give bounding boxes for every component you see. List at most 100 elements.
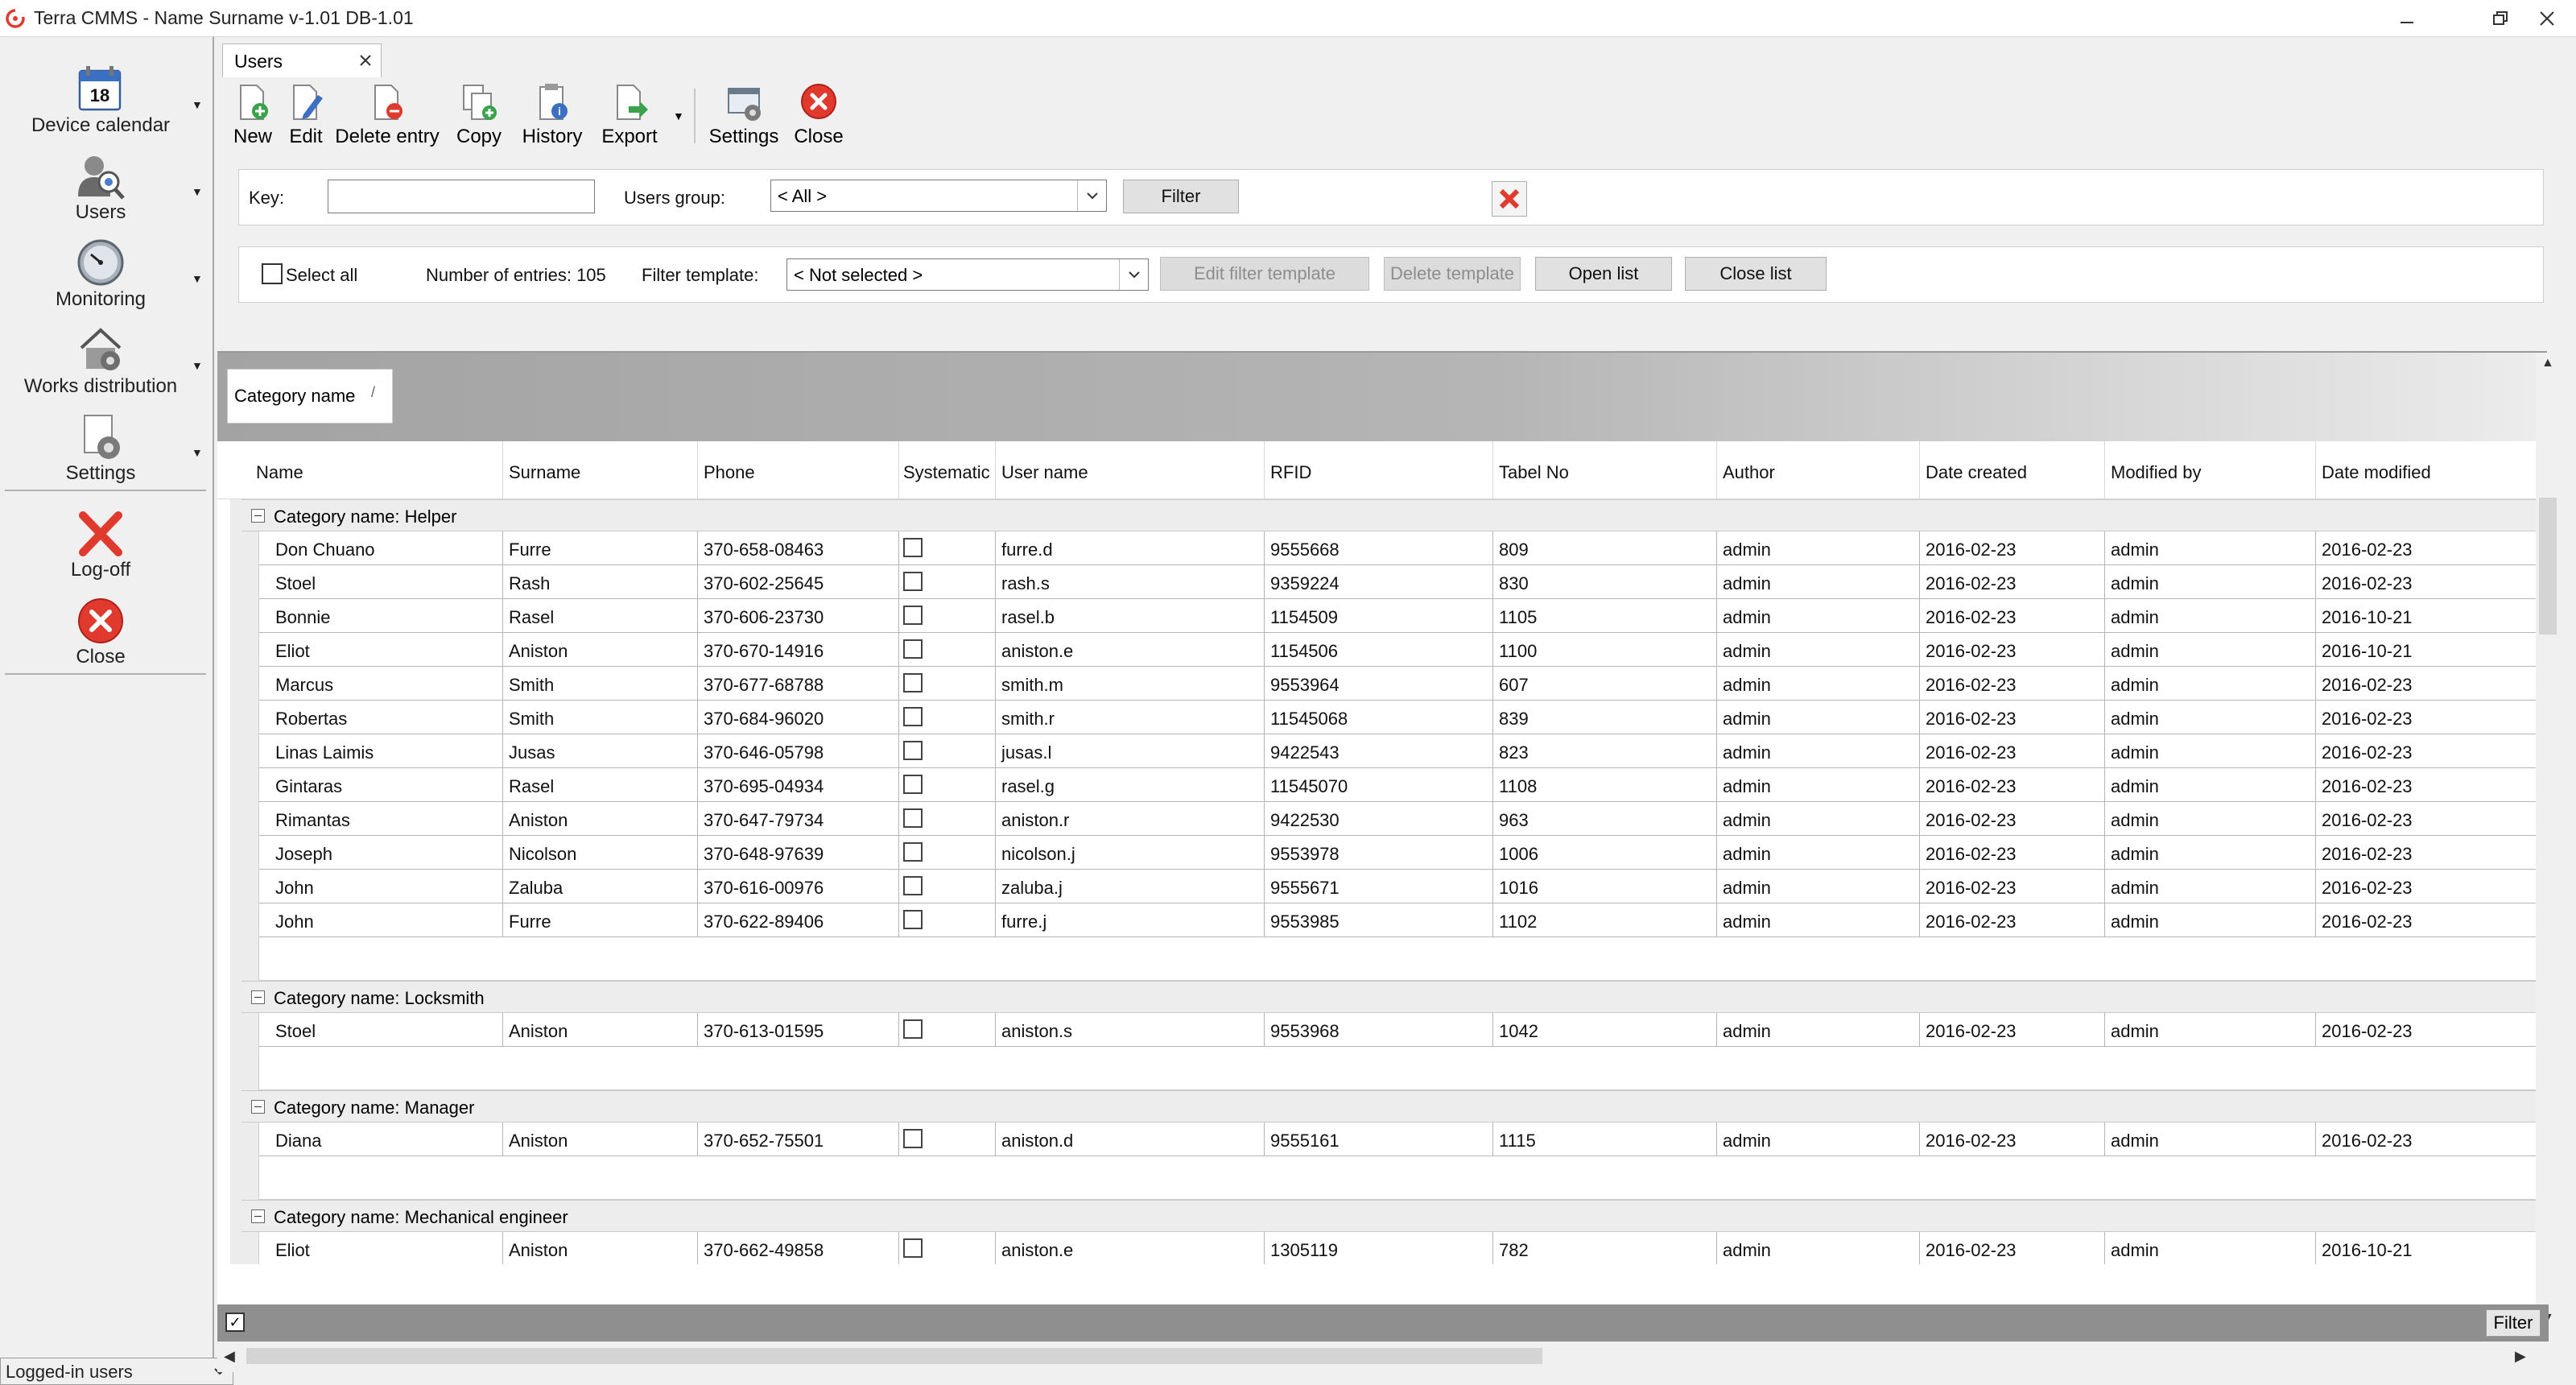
systematic-checkbox[interactable] <box>903 606 923 625</box>
horizontal-scroll-thumb[interactable] <box>246 1348 1542 1364</box>
vertical-scroll-thumb[interactable] <box>2539 498 2557 635</box>
column-header-phone[interactable]: Phone <box>704 462 755 483</box>
systematic-checkbox[interactable] <box>903 775 923 794</box>
systematic-checkbox[interactable] <box>903 572 923 591</box>
nav-item-works-distribution[interactable]: Works distribution ▼ <box>0 314 211 401</box>
column-header-date-modified[interactable]: Date modified <box>2322 462 2431 483</box>
table-row[interactable]: Diana Aniston 370-652-75501 aniston.d 955516… <box>259 1122 2536 1156</box>
collapse-group-icon[interactable] <box>251 1209 265 1223</box>
nav-item-monitoring[interactable]: Monitoring ▼ <box>0 227 211 314</box>
table-row[interactable]: Stoel Rash 370-602-25645 rash.s 9359224 830 ad… <box>259 565 2536 599</box>
column-header-systematic[interactable]: Systematic <box>903 462 990 483</box>
column-header-date-created[interactable]: Date created <box>1926 462 2027 483</box>
minimize-button[interactable] <box>2383 3 2431 34</box>
systematic-checkbox[interactable] <box>903 741 923 760</box>
systematic-checkbox[interactable] <box>903 910 923 929</box>
vertical-scrollbar[interactable]: ▲ ▼ <box>2536 353 2560 1325</box>
dropdown-arrow-icon[interactable]: ▼ <box>192 98 203 111</box>
select-all-checkbox[interactable] <box>262 263 283 284</box>
table-row[interactable]: Gintaras Rasel 370-695-04934 rasel.g 1154507… <box>259 768 2536 802</box>
table-row[interactable]: Bonnie Rasel 370-606-23730 rasel.b 1154509 11… <box>259 599 2536 633</box>
table-row[interactable]: Linas Laimis Jusas 370-646-05798 jusas.l 942… <box>259 734 2536 768</box>
nav-item-settings[interactable]: Settings ▼ <box>0 401 211 488</box>
column-header-user-name[interactable]: User name <box>1001 462 1088 483</box>
table-row[interactable]: John Zaluba 370-616-00976 zaluba.j 9555671 10… <box>259 870 2536 903</box>
group-footer <box>259 937 2536 981</box>
new-button[interactable]: New <box>230 82 275 151</box>
group-row[interactable]: Category name: Locksmith <box>242 981 2536 1013</box>
filter-button[interactable]: Filter <box>1123 180 1239 213</box>
column-header-name[interactable]: Name <box>256 462 303 483</box>
chevron-down-icon[interactable] <box>1077 180 1106 211</box>
scroll-up-arrow-icon[interactable]: ▲ <box>2541 356 2554 370</box>
window-close-button[interactable] <box>2523 3 2571 34</box>
cell-modified-by: admin <box>2111 709 2159 729</box>
table-row[interactable]: Rimantas Aniston 370-647-79734 aniston.r 942… <box>259 802 2536 836</box>
horizontal-scrollbar[interactable]: ◀ ▶ <box>217 1342 2549 1372</box>
close-button[interactable]: Close <box>789 82 848 151</box>
column-header-author[interactable]: Author <box>1723 462 1775 483</box>
dropdown-arrow-icon[interactable]: ▼ <box>192 272 203 285</box>
column-header-modified-by[interactable]: Modified by <box>2111 462 2202 483</box>
filter-enable-checkbox[interactable]: ✓ <box>225 1313 245 1332</box>
dropdown-arrow-icon[interactable]: ▼ <box>192 446 203 459</box>
group-by-chip[interactable]: Category name / <box>227 369 393 424</box>
table-row[interactable]: Joseph Nicolson 370-648-97639 nicolson.j 955… <box>259 836 2536 870</box>
group-row[interactable]: Category name: Helper <box>242 499 2536 531</box>
settings-button[interactable]: Settings <box>705 82 782 151</box>
close-tab-icon[interactable] <box>357 52 374 69</box>
column-header-tabel-no[interactable]: Tabel No <box>1499 462 1569 483</box>
dropdown-arrow-icon[interactable]: ▼ <box>192 359 203 372</box>
key-input[interactable] <box>328 180 595 213</box>
systematic-checkbox[interactable] <box>903 1238 923 1258</box>
group-row[interactable]: Category name: Mechanical engineer <box>242 1200 2536 1232</box>
column-header-surname[interactable]: Surname <box>509 462 580 483</box>
systematic-checkbox[interactable] <box>903 538 923 557</box>
systematic-checkbox[interactable] <box>903 673 923 692</box>
column-header-rfid[interactable]: RFID <box>1270 462 1311 483</box>
collapse-group-icon[interactable] <box>251 509 265 523</box>
systematic-checkbox[interactable] <box>903 639 923 659</box>
nav-item-users[interactable]: Users ▼ <box>0 140 211 227</box>
collapse-group-icon[interactable] <box>251 1100 265 1114</box>
group-row[interactable]: Category name: Manager <box>242 1090 2536 1122</box>
collapse-group-icon[interactable] <box>251 990 265 1004</box>
systematic-checkbox[interactable] <box>903 1129 923 1148</box>
table-row[interactable]: John Furre 370-622-89406 furre.j 9553985 1102… <box>259 903 2536 937</box>
copy-button[interactable]: Copy <box>451 82 507 151</box>
nav-item-device-calendar[interactable]: 18 Device calendar ▼ <box>0 53 211 140</box>
edit-button[interactable]: Edit <box>283 82 328 151</box>
systematic-checkbox[interactable] <box>903 1019 923 1039</box>
delete-template-button[interactable]: Delete template <box>1384 257 1521 291</box>
systematic-checkbox[interactable] <box>903 707 923 726</box>
table-row[interactable]: Eliot Aniston 370-670-14916 aniston.e 115450… <box>259 633 2536 667</box>
tab-users[interactable]: Users <box>222 43 382 77</box>
close-list-button[interactable]: Close list <box>1685 257 1827 291</box>
open-list-button[interactable]: Open list <box>1535 257 1672 291</box>
table-row[interactable]: Eliot Aniston 370-662-49858 aniston.e 130511… <box>259 1232 2536 1264</box>
filter-template-select[interactable]: < Not selected > <box>786 258 1149 291</box>
systematic-checkbox[interactable] <box>903 842 923 862</box>
clear-filter-button[interactable] <box>1492 181 1527 217</box>
systematic-checkbox[interactable] <box>903 876 923 895</box>
filter-editor-button[interactable]: Filter <box>2486 1309 2541 1337</box>
logged-in-users-dropdown[interactable]: Logged-in users <box>0 1358 233 1385</box>
delete-entry-button[interactable]: Delete entry <box>335 82 440 151</box>
users-group-select[interactable]: < All > <box>770 180 1107 212</box>
edit-filter-template-button[interactable]: Edit filter template <box>1160 257 1369 291</box>
nav-item-log-off[interactable]: Log-off <box>0 498 211 585</box>
nav-item-close[interactable]: Close <box>0 585 211 672</box>
chevron-down-icon[interactable] <box>1119 259 1148 290</box>
table-row[interactable]: Robertas Smith 370-684-96020 smith.r 1154506… <box>259 701 2536 734</box>
restore-button[interactable] <box>2476 3 2524 34</box>
export-button[interactable]: Export <box>596 82 663 151</box>
history-button[interactable]: i History <box>517 82 588 151</box>
scroll-right-arrow-icon[interactable]: ▶ <box>2515 1348 2526 1365</box>
table-row[interactable]: Stoel Aniston 370-613-01595 aniston.s 955396… <box>259 1013 2536 1047</box>
table-row[interactable]: Don Chuano Furre 370-658-08463 furre.d 95556… <box>259 531 2536 565</box>
systematic-checkbox[interactable] <box>903 808 923 828</box>
scroll-left-arrow-icon[interactable]: ◀ <box>224 1348 235 1365</box>
export-dropdown-arrow-icon[interactable]: ▼ <box>673 110 684 122</box>
dropdown-arrow-icon[interactable]: ▼ <box>192 185 203 198</box>
table-row[interactable]: Marcus Smith 370-677-68788 smith.m 9553964 60… <box>259 667 2536 701</box>
